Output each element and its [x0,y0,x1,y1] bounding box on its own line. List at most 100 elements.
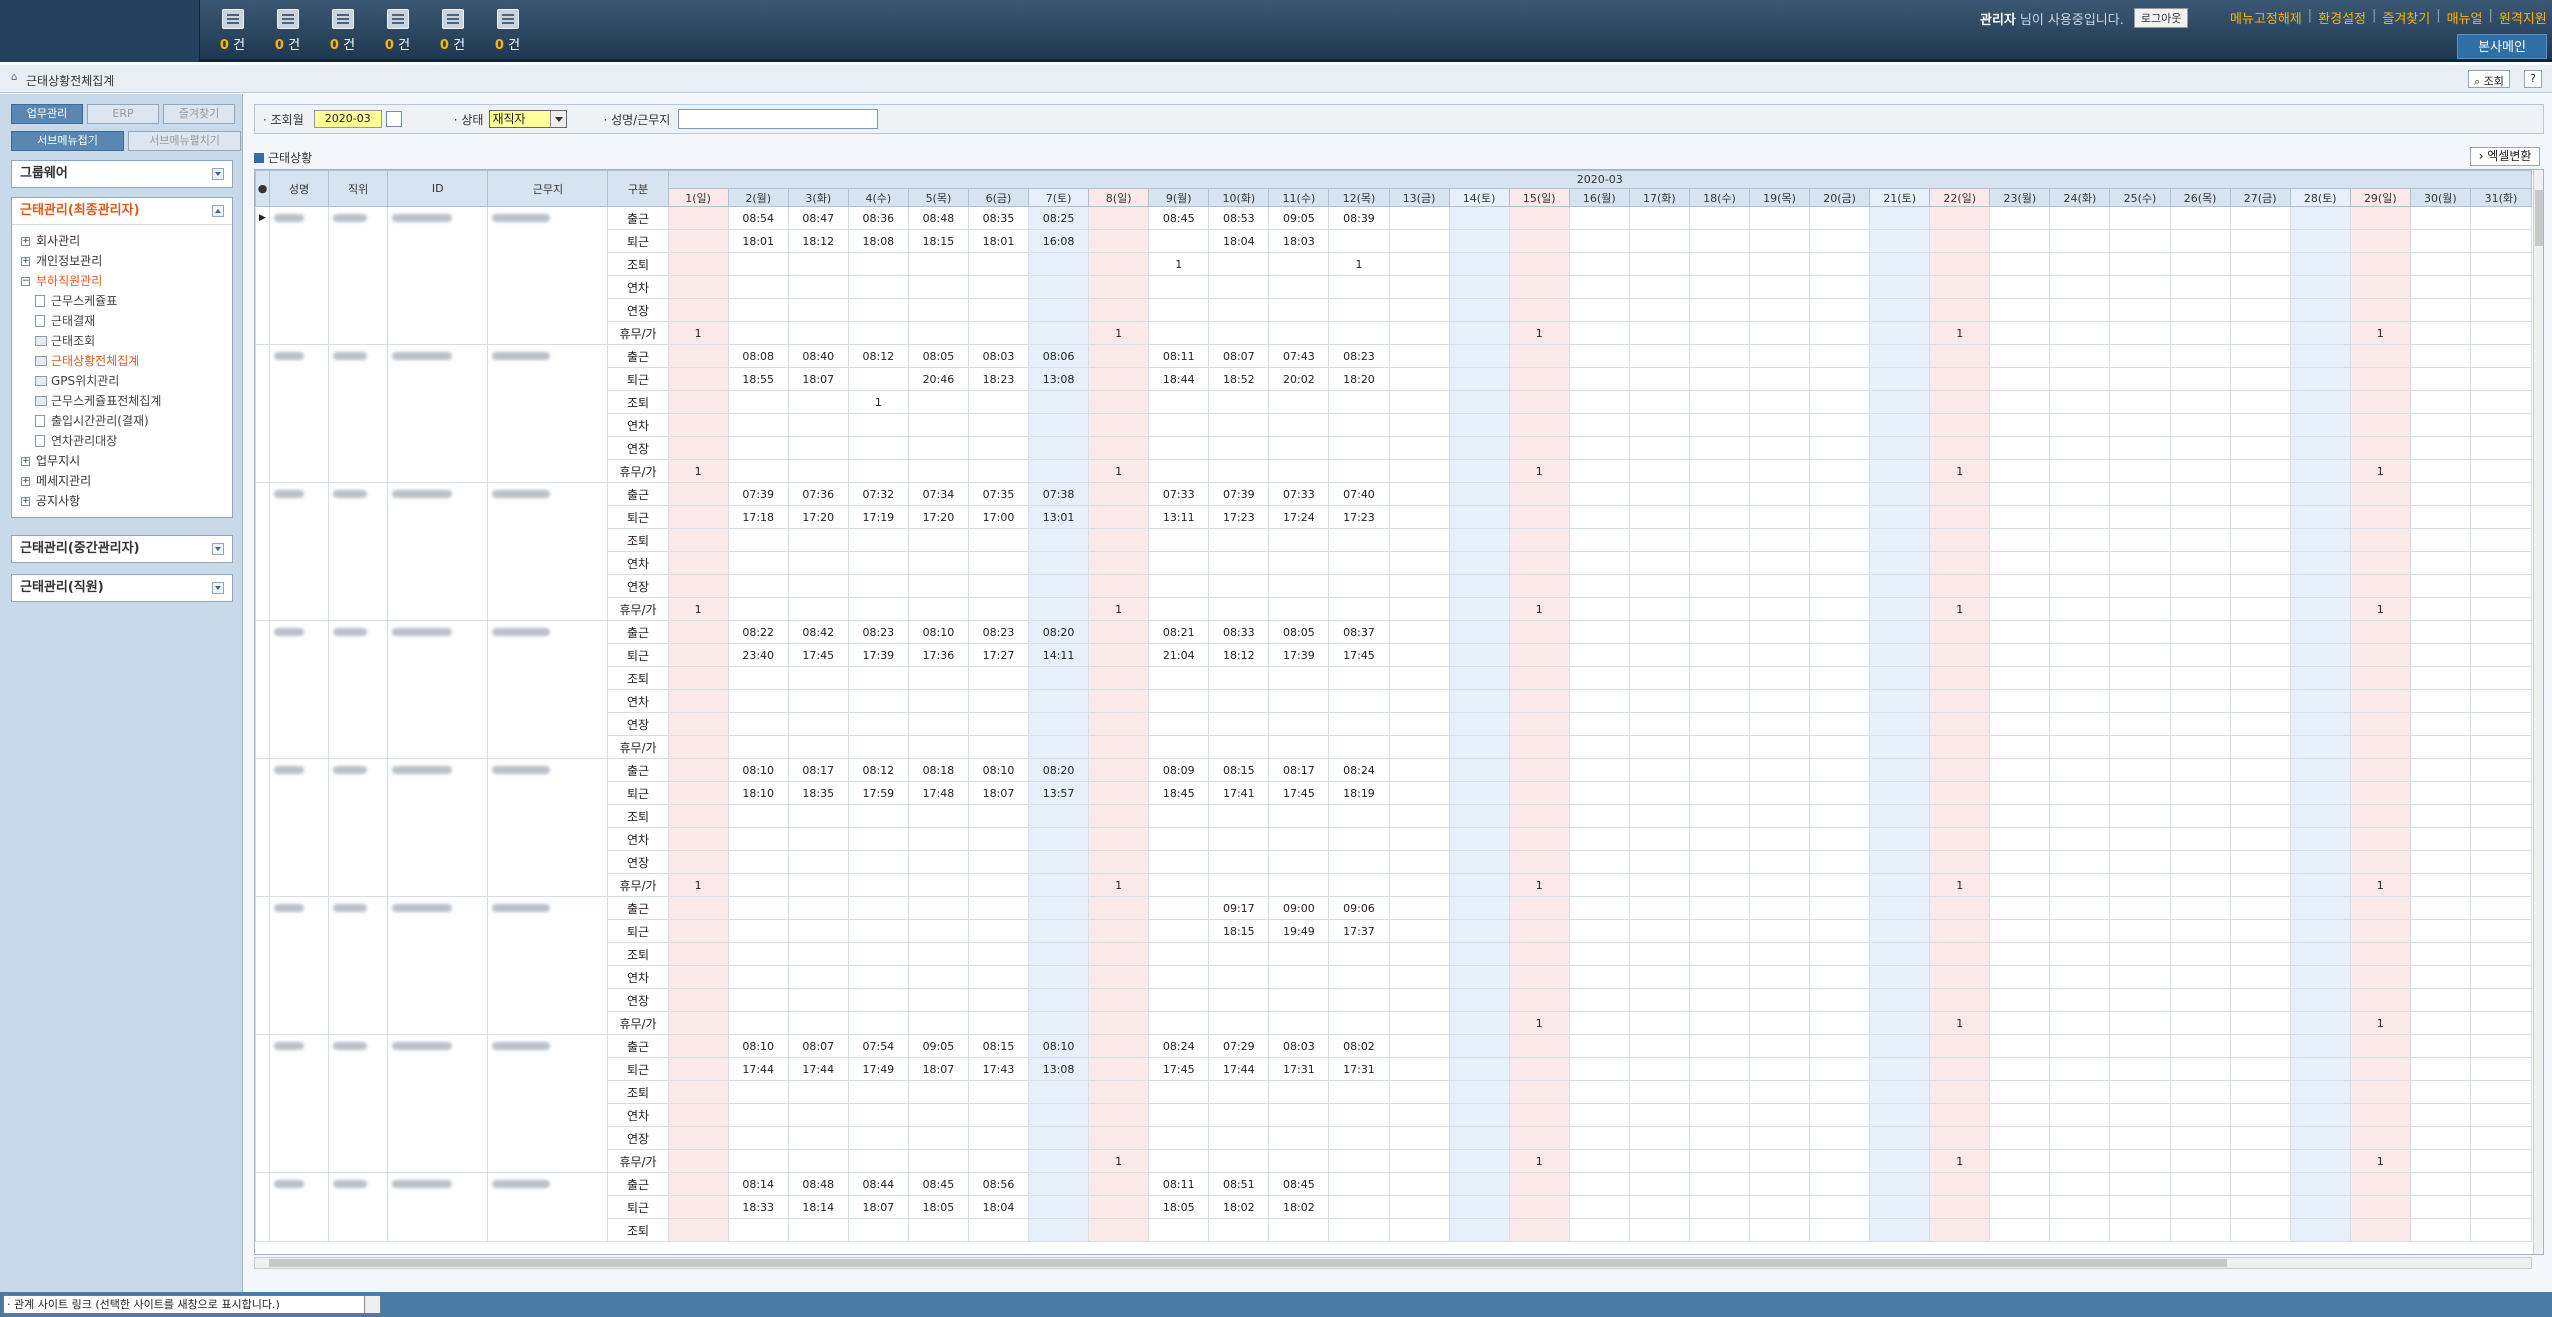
day-cell[interactable] [1328,735,1390,759]
day-cell[interactable] [1508,896,1570,920]
day-cell[interactable]: 07:54 [847,1034,909,1058]
day-header[interactable]: 21(토) [1869,188,1931,207]
day-cell[interactable] [1088,1103,1150,1127]
day-cell[interactable] [1748,781,1811,805]
day-cell[interactable] [2289,321,2351,345]
day-cell[interactable] [847,689,909,713]
day-cell[interactable] [2289,1149,2351,1173]
day-cell[interactable] [2469,229,2533,253]
day-cell[interactable]: 18:15 [1208,919,1270,943]
day-cell[interactable] [787,689,849,713]
day-cell[interactable] [1328,1080,1390,1104]
day-cell[interactable] [1208,1126,1270,1150]
day-cell[interactable] [2229,965,2291,989]
day-cell[interactable]: 18:52 [1208,367,1270,391]
branch-main-button[interactable]: 본사메인 [2457,34,2547,59]
day-cell[interactable] [1688,804,1750,828]
day-cell[interactable] [2109,206,2171,230]
day-header[interactable]: 11(수) [1268,188,1330,207]
day-cell[interactable] [1508,1195,1570,1219]
table-row[interactable]: 출근 08:10 08:17 08:12 08:18 08:10 08:20 08:09 08:… [255,758,2533,897]
day-cell[interactable] [1809,942,1871,966]
day-cell[interactable]: 08:37 [1328,620,1390,644]
day-cell[interactable] [2469,1034,2533,1058]
day-cell[interactable] [1809,321,1871,345]
day-cell[interactable] [787,528,849,552]
day-cell[interactable] [1869,505,1931,529]
day-cell[interactable] [1989,321,2051,345]
day-cell[interactable] [1869,367,1931,391]
day-cell[interactable] [1748,942,1811,966]
day-cell[interactable] [1088,229,1150,253]
day-cell[interactable] [1388,1149,1450,1173]
day-cell[interactable] [667,1080,729,1104]
day-cell[interactable]: 19:49 [1268,919,1330,943]
sidebar-item-group[interactable]: − 부하직원관리 [21,271,224,291]
day-cell[interactable] [1869,942,1931,966]
day-cell[interactable] [1748,1034,1811,1058]
day-cell[interactable] [847,597,909,621]
day-cell[interactable] [1328,873,1390,897]
day-cell[interactable] [2409,505,2471,529]
day-cell[interactable] [1628,344,1690,368]
day-cell[interactable] [1208,459,1270,483]
day-cell[interactable] [1328,436,1390,460]
day-cell[interactable] [1388,390,1450,414]
day-cell[interactable]: 17:39 [847,643,909,667]
day-cell[interactable] [2049,620,2111,644]
day-cell[interactable] [1148,827,1210,851]
day-cell[interactable] [1748,712,1811,736]
day-cell[interactable] [2289,758,2351,782]
excel-export-button[interactable]: › 엑셀변환 [2470,147,2540,166]
day-cell[interactable] [1088,367,1150,391]
day-cell[interactable] [2349,1080,2411,1104]
day-cell[interactable] [1929,1172,1991,1196]
day-cell[interactable] [1328,413,1390,437]
day-cell[interactable] [1448,206,1510,230]
day-cell[interactable] [2289,666,2351,690]
day-cell[interactable] [2289,390,2351,414]
day-cell[interactable] [1448,735,1510,759]
day-cell[interactable] [1628,390,1690,414]
day-cell[interactable] [1688,1103,1750,1127]
day-cell[interactable] [1268,275,1330,299]
day-cell[interactable] [2109,735,2171,759]
day-cell[interactable] [1929,919,1991,943]
day-cell[interactable] [1028,528,1090,552]
day-cell[interactable] [1388,413,1450,437]
day-cell[interactable]: 1 [1929,873,1991,897]
day-cell[interactable] [1748,1149,1811,1173]
day-cell[interactable] [2409,827,2471,851]
day-cell[interactable] [2169,321,2231,345]
day-cell[interactable] [2409,390,2471,414]
day-cell[interactable] [1268,390,1330,414]
day-cell[interactable] [1568,229,1630,253]
day-cell[interactable] [2289,827,2351,851]
day-cell[interactable]: 18:10 [727,781,789,805]
day-cell[interactable] [1929,643,1991,667]
day-cell[interactable] [1148,1080,1210,1104]
day-cell[interactable] [2169,1103,2231,1127]
day-cell[interactable] [967,919,1030,943]
day-cell[interactable] [1748,597,1811,621]
day-cell[interactable] [667,1103,729,1127]
day-cell[interactable] [1869,988,1931,1012]
day-cell[interactable] [907,896,969,920]
day-cell[interactable] [907,1080,969,1104]
day-cell[interactable] [2409,367,2471,391]
day-cell[interactable] [1448,482,1510,506]
day-cell[interactable] [1448,597,1510,621]
day-cell[interactable] [667,1011,729,1035]
day-cell[interactable] [1748,758,1811,782]
day-cell[interactable]: 17:43 [967,1057,1030,1081]
day-cell[interactable] [2409,781,2471,805]
day-cell[interactable]: 08:06 [1028,344,1090,368]
day-cell[interactable] [967,873,1030,897]
sidebar-item-group[interactable]: + 공지사항 [21,491,224,511]
day-cell[interactable] [1748,827,1811,851]
day-cell[interactable] [1809,436,1871,460]
day-cell[interactable] [2229,298,2291,322]
day-cell[interactable] [1148,528,1210,552]
day-cell[interactable] [847,574,909,598]
day-cell[interactable] [1929,965,1991,989]
